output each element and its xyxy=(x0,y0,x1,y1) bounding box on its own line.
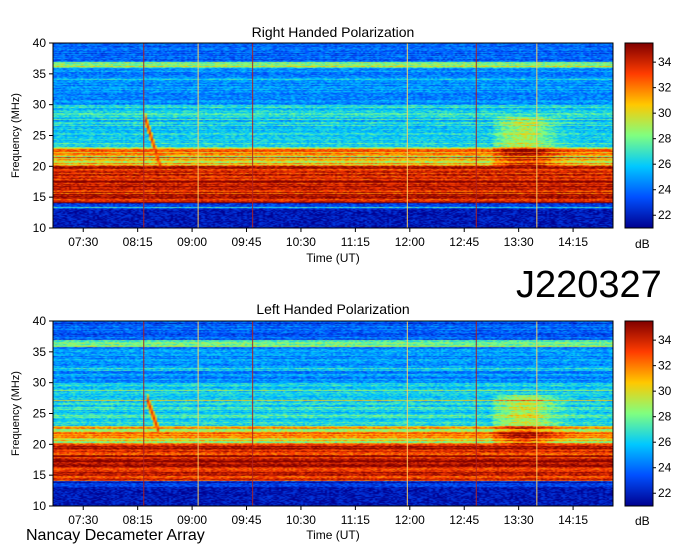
colorbar-tick-label: 30 xyxy=(658,384,672,398)
y-tick-label: 40 xyxy=(33,36,47,50)
y-tick-label: 25 xyxy=(33,129,47,143)
colorbar-tick-label: 24 xyxy=(658,183,672,197)
chart-title: Left Handed Polarization xyxy=(256,301,409,317)
colorbar-tick-label: 22 xyxy=(658,208,672,222)
x-tick-label: 11:15 xyxy=(341,235,370,249)
y-tick-label: 20 xyxy=(33,159,47,173)
y-tick-label: 15 xyxy=(33,468,47,482)
x-tick-label: 08:15 xyxy=(123,235,153,249)
colorbar-tick-label: 26 xyxy=(658,435,672,449)
x-tick-label: 14:15 xyxy=(558,513,588,527)
y-tick-label: 25 xyxy=(33,407,47,421)
colorbar-tick-label: 34 xyxy=(658,333,672,347)
station-id-label: J220327 xyxy=(516,264,662,306)
x-axis-label: Time (UT) xyxy=(306,528,360,542)
spectrogram-panel-right: Right Handed Polarization 07:30 08:15 09:00… xyxy=(10,24,672,265)
x-tick-label: 13:30 xyxy=(504,235,534,249)
y-tick-label: 15 xyxy=(33,190,47,204)
x-tick-label: 09:45 xyxy=(232,235,262,249)
y-axis-label: Frequency (MHz) xyxy=(10,371,22,456)
x-tick-label: 12:00 xyxy=(395,235,425,249)
chart-title: Right Handed Polarization xyxy=(252,24,415,40)
spectrogram-image xyxy=(53,321,613,506)
y-tick-label: 20 xyxy=(33,437,47,451)
colorbar-tick-label: 24 xyxy=(658,461,672,475)
x-tick-label: 12:45 xyxy=(449,235,479,249)
y-tick-label: 35 xyxy=(33,345,47,359)
y-tick-label: 40 xyxy=(33,314,47,328)
observatory-label: Nancay Decameter Array xyxy=(26,527,205,544)
y-tick-label: 35 xyxy=(33,67,47,81)
x-tick-label: 09:45 xyxy=(232,513,262,527)
x-tick-label: 07:30 xyxy=(68,235,98,249)
y-tick-label: 30 xyxy=(33,376,47,390)
x-tick-label: 10:30 xyxy=(286,235,316,249)
colorbar-tick-label: 32 xyxy=(658,81,672,95)
colorbar xyxy=(624,42,654,229)
x-tick-label: 12:00 xyxy=(395,513,425,527)
colorbar-tick-label: 30 xyxy=(658,106,672,120)
x-tick-label: 08:15 xyxy=(123,513,153,527)
colorbar-tick-label: 22 xyxy=(658,486,672,500)
colorbar-unit-label: dB xyxy=(635,237,650,251)
x-tick-label: 12:45 xyxy=(449,513,479,527)
colorbar xyxy=(624,320,654,507)
colorbar-tick-label: 32 xyxy=(658,359,672,373)
x-tick-label: 14:15 xyxy=(558,235,588,249)
y-axis-label: Frequency (MHz) xyxy=(10,93,22,178)
spectrogram-panel-left: Left Handed Polarization 07:30 08:15 09:00 0… xyxy=(10,301,672,542)
colorbar-tick-label: 28 xyxy=(658,410,672,424)
y-tick-label: 10 xyxy=(33,221,47,235)
x-tick-label: 10:30 xyxy=(286,513,316,527)
colorbar-tick-label: 34 xyxy=(658,55,672,69)
y-tick-label: 30 xyxy=(33,98,47,112)
x-axis-label: Time (UT) xyxy=(306,251,360,265)
x-tick-label: 07:30 xyxy=(68,513,98,527)
colorbar-tick-label: 26 xyxy=(658,157,672,171)
colorbar-unit-label: dB xyxy=(635,514,650,528)
spectrogram-image xyxy=(53,43,613,228)
colorbar-tick-label: 28 xyxy=(658,132,672,146)
x-tick-label: 09:00 xyxy=(177,235,207,249)
y-tick-label: 10 xyxy=(33,499,47,513)
x-tick-label: 09:00 xyxy=(177,513,207,527)
x-tick-label: 11:15 xyxy=(341,513,370,527)
x-tick-label: 13:30 xyxy=(504,513,534,527)
